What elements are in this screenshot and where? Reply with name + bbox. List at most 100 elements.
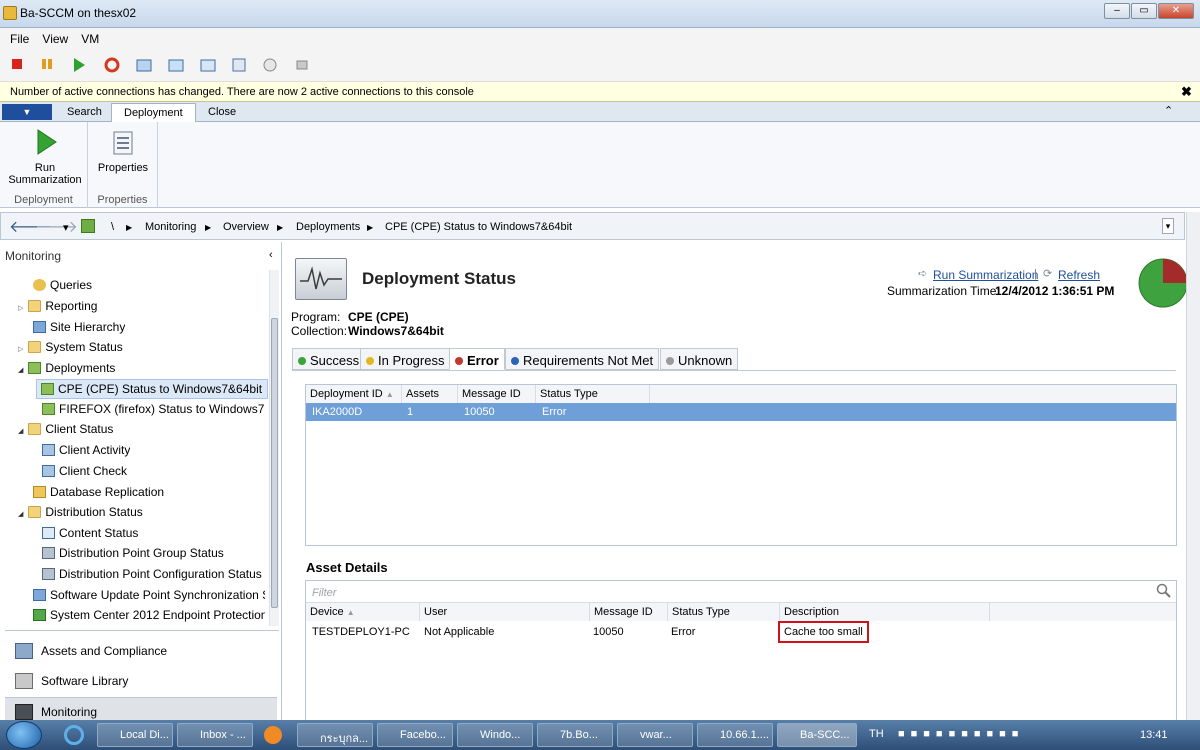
- play-icon[interactable]: [72, 57, 90, 73]
- col-status-type[interactable]: Status Type: [668, 603, 780, 621]
- breadcrumb-monitoring[interactable]: Monitoring: [145, 221, 196, 233]
- tab-label: Error: [467, 353, 499, 368]
- maximize-button[interactable]: ▭: [1131, 3, 1157, 19]
- scrollbar-thumb[interactable]: [271, 318, 278, 608]
- tree-item-dp-group-status[interactable]: Distribution Point Group Status: [42, 546, 264, 560]
- tree-item-reporting[interactable]: ▷ Reporting: [18, 299, 97, 313]
- tab-deployment[interactable]: Deployment: [111, 103, 196, 122]
- reset-icon[interactable]: [104, 57, 122, 73]
- tab-error[interactable]: Error: [449, 348, 505, 370]
- expand-icon[interactable]: ▷: [18, 346, 23, 353]
- window-scrollbar[interactable]: [1186, 212, 1200, 720]
- distribution-point-icon: [42, 547, 55, 559]
- tree-item-site-hierarchy[interactable]: Site Hierarchy: [33, 320, 125, 334]
- tree-scrollbar[interactable]: [269, 270, 279, 626]
- col-deployment-id[interactable]: Deployment ID ▲: [306, 385, 402, 403]
- breadcrumb-deployments[interactable]: Deployments: [296, 221, 360, 233]
- collapse-icon[interactable]: ◢: [18, 428, 23, 435]
- cd-icon[interactable]: [262, 57, 280, 73]
- breadcrumb-current[interactable]: CPE (CPE) Status to Windows7&64bit: [385, 221, 572, 233]
- app-menu-button[interactable]: ▼: [2, 104, 52, 120]
- start-button[interactable]: [6, 721, 42, 749]
- tab-requirements-not-met[interactable]: Requirements Not Met: [505, 348, 660, 370]
- tree-item-client-check[interactable]: Client Check: [42, 464, 127, 478]
- tray-icons[interactable]: ■■■■■■■■■■: [898, 728, 1024, 740]
- tab-in-progress[interactable]: In Progress: [360, 348, 451, 370]
- tree-item-client-status[interactable]: ◢ Client Status: [18, 422, 113, 436]
- run-summarization-link[interactable]: Run Summarization: [933, 268, 1038, 282]
- refresh-link[interactable]: Refresh: [1058, 268, 1100, 282]
- tab-unknown[interactable]: Unknown: [660, 348, 739, 370]
- tree-item-system-status[interactable]: ▷ System Status: [18, 340, 123, 354]
- pause-icon[interactable]: [40, 57, 58, 73]
- col-status-type[interactable]: Status Type: [536, 385, 650, 403]
- taskbar-item[interactable]: 10.66.1....: [697, 723, 773, 747]
- column-label: Device: [310, 606, 344, 618]
- tree-item-queries[interactable]: Queries: [33, 278, 92, 292]
- col-assets[interactable]: Assets: [402, 385, 458, 403]
- col-description[interactable]: Description: [780, 603, 990, 621]
- ie-icon[interactable]: [64, 725, 84, 745]
- taskbar-item[interactable]: Local Di...: [97, 723, 173, 747]
- revert-icon[interactable]: [168, 57, 186, 73]
- tab-search[interactable]: Search: [55, 103, 114, 122]
- breadcrumb-overview[interactable]: Overview: [223, 221, 269, 233]
- in-progress-icon: [366, 357, 374, 365]
- col-user[interactable]: User: [420, 603, 590, 621]
- pane-collapse-icon[interactable]: ‹: [269, 249, 273, 261]
- properties-button[interactable]: Properties: [88, 162, 158, 174]
- filter-input[interactable]: Filter: [306, 581, 1176, 603]
- col-message-id[interactable]: Message ID: [458, 385, 536, 403]
- menu-view[interactable]: View: [37, 28, 73, 46]
- minimize-button[interactable]: –: [1104, 3, 1130, 19]
- table-row[interactable]: TESTDEPLOY1-PC Not Applicable 10050 Erro…: [306, 621, 1176, 643]
- tree-item-sup-sync-status[interactable]: Software Update Point Synchronization St…: [33, 588, 265, 602]
- taskbar-item[interactable]: Windo...: [457, 723, 533, 747]
- close-icon[interactable]: ✖: [1181, 84, 1192, 100]
- close-button[interactable]: ✕: [1158, 3, 1194, 19]
- expand-icon[interactable]: ▷: [18, 305, 23, 312]
- tree-item-deployments[interactable]: ◢ Deployments: [18, 361, 115, 375]
- tree-item-content-status[interactable]: Content Status: [42, 526, 138, 540]
- forward-icon[interactable]: 🡒: [35, 216, 78, 237]
- taskbar-item[interactable]: 7b.Bo...: [537, 723, 613, 747]
- tree-item-endpoint-protection-status[interactable]: System Center 2012 Endpoint Protection S…: [33, 608, 265, 622]
- tree-item-database-replication[interactable]: Database Replication: [33, 485, 164, 499]
- taskbar-item[interactable]: vwar...: [617, 723, 693, 747]
- stop-icon[interactable]: [10, 57, 28, 73]
- tree-item-distribution-status[interactable]: ◢ Distribution Status: [18, 505, 143, 519]
- tree-item-client-activity[interactable]: Client Activity: [42, 443, 130, 457]
- breadcrumb-root[interactable]: \: [111, 221, 114, 233]
- tree-item-dp-config-status[interactable]: Distribution Point Configuration Status: [42, 567, 264, 581]
- run-summarization-button[interactable]: Run Summarization: [8, 162, 82, 186]
- ribbon-collapse-icon[interactable]: ⌃: [1164, 104, 1173, 117]
- menu-file[interactable]: File: [5, 28, 34, 46]
- workspace-software-library[interactable]: Software Library: [5, 667, 277, 695]
- tab-success[interactable]: Success: [292, 348, 366, 370]
- workspace-assets-compliance[interactable]: Assets and Compliance: [5, 637, 277, 665]
- taskbar-item[interactable]: Facebo...: [377, 723, 453, 747]
- breadcrumb-dropdown-icon[interactable]: ▾: [1162, 218, 1174, 234]
- history-dropdown-icon[interactable]: ▾: [63, 221, 69, 234]
- menu-vm[interactable]: VM: [76, 28, 104, 46]
- manage-snapshots-icon[interactable]: [200, 57, 218, 73]
- tab-close[interactable]: Close: [196, 103, 248, 122]
- language-indicator[interactable]: TH: [869, 728, 884, 740]
- pane-splitter[interactable]: [5, 630, 279, 634]
- clock[interactable]: 13:41: [1140, 729, 1168, 741]
- snapshot-icon[interactable]: [136, 57, 154, 73]
- col-message-id[interactable]: Message ID: [590, 603, 668, 621]
- network-icon[interactable]: [294, 57, 312, 73]
- taskbar-item-active[interactable]: Ba-SCC...: [777, 723, 857, 747]
- settings-icon[interactable]: [232, 57, 250, 73]
- tree-item-firefox-status[interactable]: FIREFOX (firefox) Status to Windows7&64: [42, 402, 264, 416]
- media-player-icon[interactable]: [264, 726, 282, 744]
- search-icon[interactable]: [1156, 583, 1172, 602]
- col-device[interactable]: Device ▲: [306, 603, 420, 621]
- taskbar-item[interactable]: Inbox - ...: [177, 723, 253, 747]
- collapse-icon[interactable]: ◢: [18, 511, 23, 518]
- taskbar-item[interactable]: กระบุกล...: [297, 723, 373, 747]
- tree-item-cpe-status[interactable]: CPE (CPE) Status to Windows7&64bit: [36, 379, 268, 399]
- collapse-icon[interactable]: ◢: [18, 367, 23, 374]
- table-row[interactable]: IKA2000D 1 10050 Error: [306, 403, 1176, 421]
